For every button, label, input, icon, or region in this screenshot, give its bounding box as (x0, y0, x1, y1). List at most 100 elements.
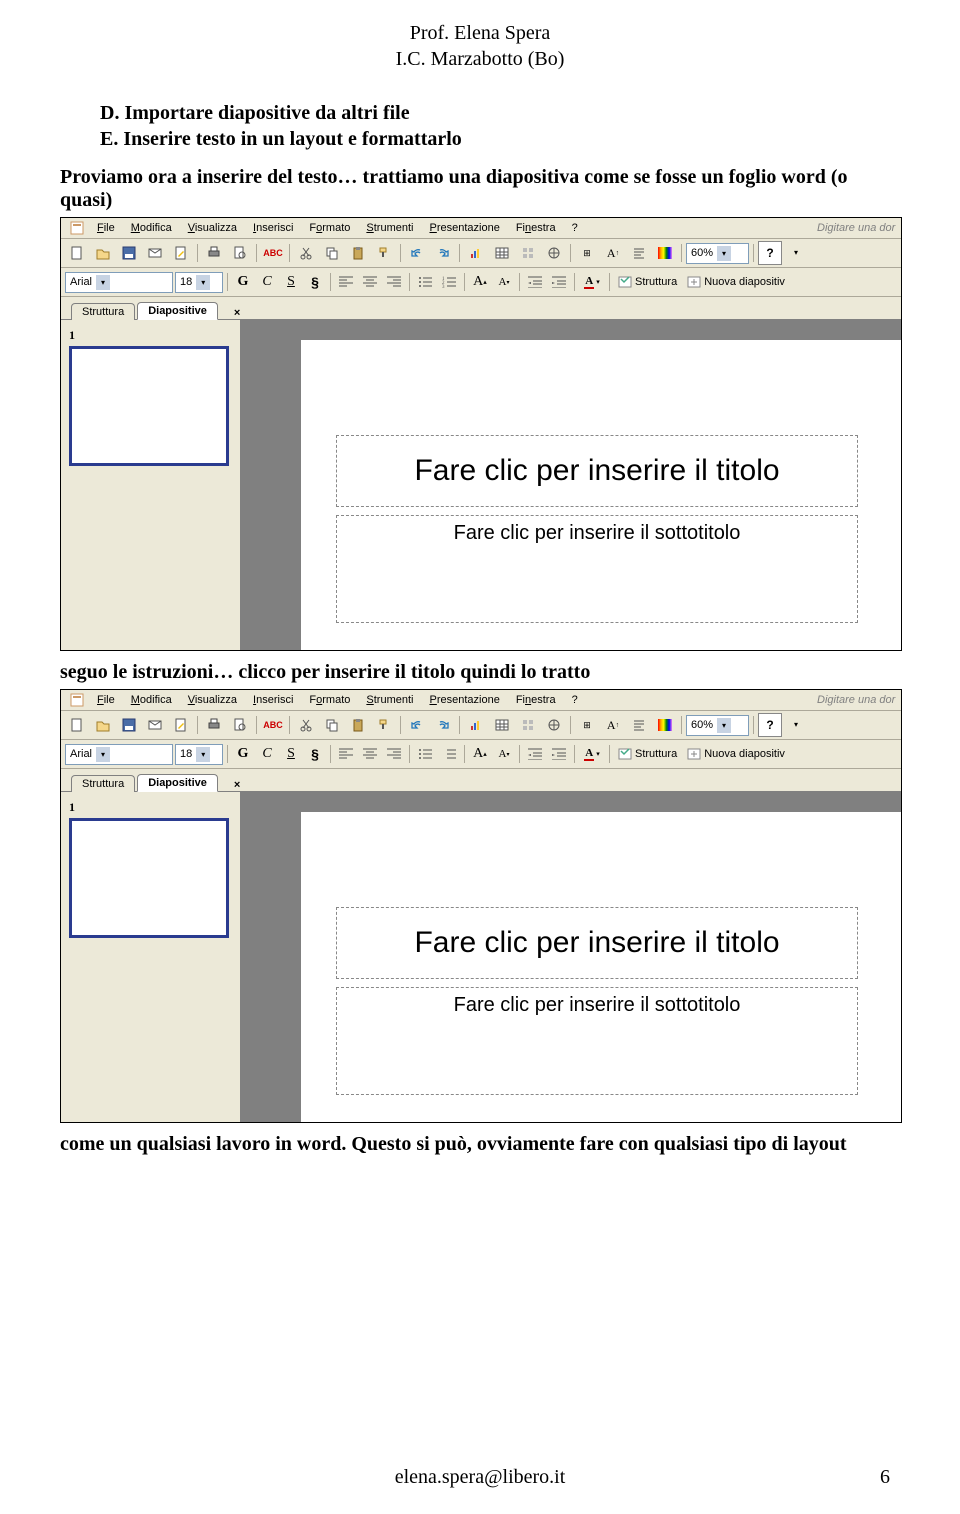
undo-icon[interactable] (405, 241, 429, 265)
slide-thumbnail[interactable] (69, 346, 229, 466)
shadow-button[interactable]: § (304, 743, 326, 765)
edit-icon[interactable] (169, 713, 193, 737)
grid-icon[interactable] (516, 713, 540, 737)
print-icon[interactable] (202, 241, 226, 265)
copy-icon[interactable] (320, 713, 344, 737)
edit-icon[interactable] (169, 241, 193, 265)
decrease-font-icon[interactable]: A▾ (493, 743, 515, 765)
outline-view-button[interactable]: Struttura (614, 748, 681, 760)
menu-file[interactable]: File (89, 222, 123, 234)
align-right-icon[interactable] (383, 743, 405, 765)
menu-strumenti[interactable]: Strumenti (358, 694, 421, 706)
menu-formato[interactable]: Formato (301, 694, 358, 706)
preview-icon[interactable] (228, 241, 252, 265)
help-icon[interactable]: ? (758, 241, 782, 265)
tab-diapositive[interactable]: Diapositive (137, 774, 218, 792)
menu-visualizza[interactable]: Visualizza (180, 694, 245, 706)
chart-icon[interactable] (464, 713, 488, 737)
table-icon[interactable] (490, 713, 514, 737)
menu-formato[interactable]: Formato (301, 222, 358, 234)
paste-icon[interactable] (346, 713, 370, 737)
shadow-button[interactable]: § (304, 271, 326, 293)
slide-thumbnail[interactable] (69, 818, 229, 938)
help-icon[interactable]: ? (758, 713, 782, 737)
title-placeholder[interactable]: Fare clic per inserire il titolo (336, 435, 858, 507)
underline-button[interactable]: S (280, 743, 302, 765)
decrease-font-icon[interactable]: A▾ (493, 271, 515, 293)
redo-icon[interactable] (431, 241, 455, 265)
zoom-combo[interactable]: 60% ▾ (686, 715, 749, 736)
underline-button[interactable]: S (280, 271, 302, 293)
chart-icon[interactable] (464, 241, 488, 265)
new-slide-button[interactable]: Nuova diapositiv (683, 276, 789, 288)
menu-inserisci[interactable]: Inserisci (245, 222, 301, 234)
title-placeholder[interactable]: Fare clic per inserire il titolo (336, 907, 858, 979)
cut-icon[interactable] (294, 713, 318, 737)
outline-icon[interactable]: ⊞ (575, 241, 599, 265)
bold-button[interactable]: G (232, 743, 254, 765)
new-slide-button[interactable]: Nuova diapositiv (683, 748, 789, 760)
bold-button[interactable]: G (232, 271, 254, 293)
format-paint-icon[interactable] (372, 241, 396, 265)
save-icon[interactable] (117, 241, 141, 265)
menu-inserisci[interactable]: Inserisci (245, 694, 301, 706)
indent-left-icon[interactable] (524, 271, 546, 293)
outline-view-button[interactable]: Struttura (614, 276, 681, 288)
email-icon[interactable] (143, 713, 167, 737)
chevron-down-icon[interactable]: ▾ (784, 713, 808, 737)
increase-font-icon[interactable]: A↑ (601, 713, 625, 737)
fontcolor-button[interactable]: A▾ (579, 743, 605, 765)
fontsize-combo[interactable]: 18 ▾ (175, 272, 223, 293)
menu-help[interactable]: ? (564, 222, 586, 234)
align-left-icon[interactable] (335, 271, 357, 293)
spellcheck-icon[interactable]: ABC (261, 713, 285, 737)
chevron-down-icon[interactable]: ▾ (784, 241, 808, 265)
tab-diapositive[interactable]: Diapositive (137, 302, 218, 320)
increase-font-icon[interactable]: A▴ (469, 271, 491, 293)
zoom-combo[interactable]: 60% ▾ (686, 243, 749, 264)
slide-canvas[interactable]: Fare clic per inserire il titolo Fare cl… (301, 340, 901, 650)
fontsize-combo[interactable]: 18 ▾ (175, 744, 223, 765)
preview-icon[interactable] (228, 713, 252, 737)
navigator-icon[interactable] (542, 713, 566, 737)
format-paint-icon[interactable] (372, 713, 396, 737)
email-icon[interactable] (143, 241, 167, 265)
font-combo[interactable]: Arial ▾ (65, 272, 173, 293)
fontcolor-button[interactable]: A▾ (579, 271, 605, 293)
align-center-icon[interactable] (359, 743, 381, 765)
grid-icon[interactable] (516, 241, 540, 265)
indent-left-icon[interactable] (524, 743, 546, 765)
increase-font-icon[interactable]: A↑ (601, 241, 625, 265)
search-hint[interactable]: Digitare una dor (817, 694, 897, 706)
italic-button[interactable]: C (256, 743, 278, 765)
menu-finestra[interactable]: Finestra (508, 222, 564, 234)
undo-icon[interactable] (405, 713, 429, 737)
open-icon[interactable] (91, 713, 115, 737)
align-right-icon[interactable] (383, 271, 405, 293)
italic-button[interactable]: C (256, 271, 278, 293)
bullets-icon[interactable] (414, 271, 436, 293)
tab-struttura[interactable]: Struttura (71, 303, 135, 320)
paragraph-icon[interactable] (627, 713, 651, 737)
indent-right-icon[interactable] (548, 271, 570, 293)
menu-strumenti[interactable]: Strumenti (358, 222, 421, 234)
numbering-icon[interactable]: 123 (438, 271, 460, 293)
rainbow-icon[interactable] (653, 713, 677, 737)
align-left-icon[interactable] (335, 743, 357, 765)
menu-finestra[interactable]: Finestra (508, 694, 564, 706)
menu-file[interactable]: File (89, 694, 123, 706)
tab-struttura[interactable]: Struttura (71, 775, 135, 792)
search-hint[interactable]: Digitare una dor (817, 222, 897, 234)
new-icon[interactable] (65, 713, 89, 737)
table-icon[interactable] (490, 241, 514, 265)
slide-canvas[interactable]: Fare clic per inserire il titolo Fare cl… (301, 812, 901, 1122)
menu-presentazione[interactable]: Presentazione (421, 222, 507, 234)
save-icon[interactable] (117, 713, 141, 737)
menu-visualizza[interactable]: Visualizza (180, 222, 245, 234)
spellcheck-icon[interactable]: ABC (261, 241, 285, 265)
menu-modifica[interactable]: Modifica (123, 694, 180, 706)
menu-presentazione[interactable]: Presentazione (421, 694, 507, 706)
tabs-close-icon[interactable]: × (230, 307, 244, 319)
numbering-icon[interactable] (438, 743, 460, 765)
outline-icon[interactable]: ⊞ (575, 713, 599, 737)
